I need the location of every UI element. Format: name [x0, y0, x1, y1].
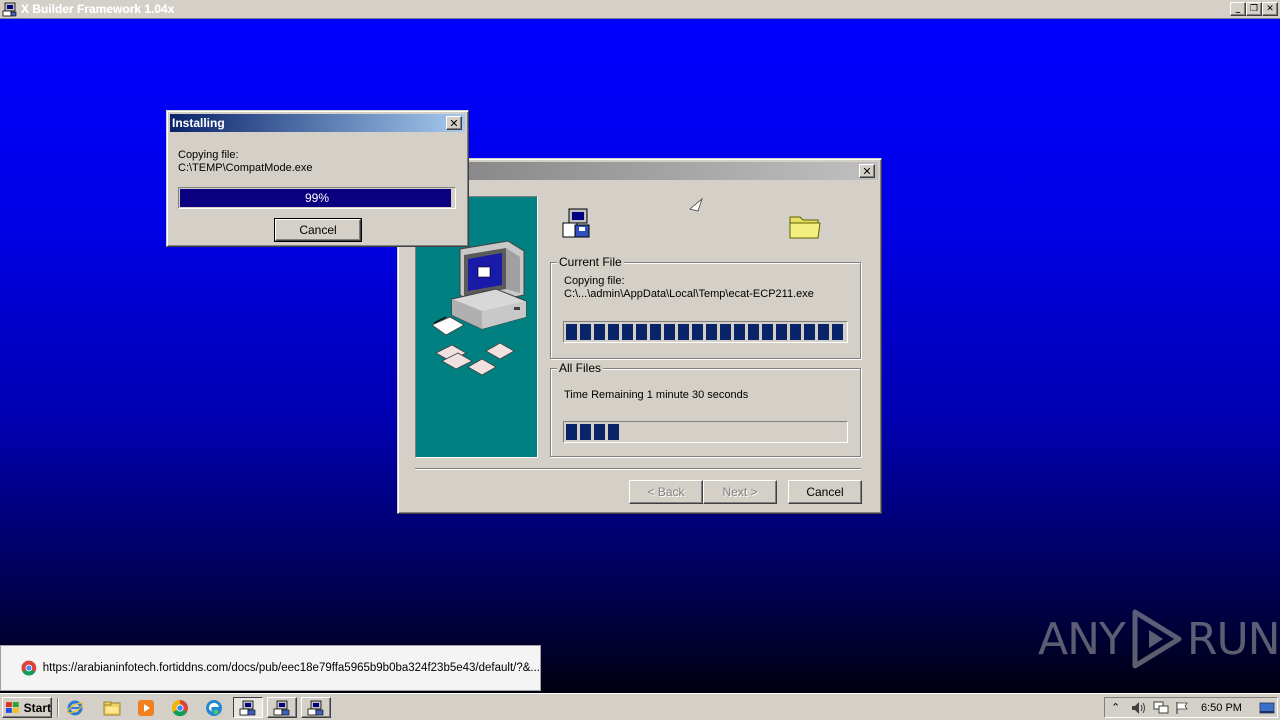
setup-wizard-titlebar: ✕: [401, 162, 878, 180]
close-icon: ✕: [862, 164, 872, 178]
current-file-legend: Current File: [557, 255, 624, 269]
installing-title: Installing: [172, 116, 225, 130]
all-files-progress-bar: [563, 421, 848, 443]
all-files-legend: All Files: [557, 361, 604, 375]
installing-file-path: C:\TEMP\CompatMode.exe: [178, 162, 313, 174]
close-icon: ✕: [449, 116, 459, 130]
installing-copy-label: Copying file:: [178, 149, 239, 161]
current-file-path: C:\...\admin\AppData\Local\Temp\ecat-ECP…: [564, 288, 814, 300]
minimize-icon: _: [1235, 3, 1241, 14]
taskbar-ie-button[interactable]: [60, 697, 90, 718]
taskbar-media-player-button[interactable]: [131, 697, 161, 718]
taskbar-explorer-button[interactable]: [97, 697, 127, 718]
close-button[interactable]: ✕: [1262, 2, 1278, 16]
back-button[interactable]: < Back: [629, 480, 703, 504]
taskbar: Start ⌃ 6:50 PM: [0, 693, 1280, 720]
setup-app-icon: [2, 2, 17, 17]
windows-flag-icon: [5, 701, 19, 713]
taskbar-setup-button-3[interactable]: [301, 697, 331, 718]
taskbar-setup-button-1[interactable]: [233, 697, 263, 718]
chrome-icon: [171, 699, 188, 716]
system-tray: ⌃ 6:50 PM: [1104, 697, 1278, 718]
taskbar-separator: [57, 698, 59, 717]
time-remaining-label: Time Remaining 1 minute 30 seconds: [564, 389, 749, 401]
media-player-icon: [138, 699, 154, 716]
current-file-progress-bar: [563, 321, 848, 343]
network-icon[interactable]: [1153, 701, 1169, 715]
watermark-text-any: ANY: [1038, 613, 1126, 665]
minimize-button[interactable]: _: [1230, 2, 1246, 16]
start-button[interactable]: Start: [2, 697, 52, 718]
taskbar-edge-button[interactable]: [199, 697, 229, 718]
internet-explorer-icon: [66, 700, 84, 715]
folder-icon: [789, 216, 821, 239]
restore-icon: ❐: [1249, 3, 1259, 14]
volume-icon[interactable]: [1131, 701, 1147, 715]
tray-expand-icon[interactable]: ⌃: [1111, 701, 1120, 714]
setup-cancel-button[interactable]: Cancel: [788, 480, 862, 504]
download-notification[interactable]: https://arabianinfotech.fortiddns.com/do…: [0, 645, 541, 691]
installing-progress-bar: 99%: [178, 187, 456, 209]
restore-button[interactable]: ❐: [1246, 2, 1262, 16]
installing-close-button[interactable]: ✕: [446, 116, 462, 130]
show-desktop-icon[interactable]: [1259, 701, 1275, 715]
play-logo-icon: [1132, 609, 1182, 669]
setup-close-button[interactable]: ✕: [859, 164, 875, 178]
taskbar-clock: 6:50 PM: [1201, 701, 1242, 714]
close-icon: ✕: [1266, 3, 1274, 14]
main-window-title: X Builder Framework 1.04x: [21, 2, 175, 16]
setup-separator: [415, 468, 861, 470]
action-center-flag-icon[interactable]: [1175, 701, 1189, 715]
taskbar-setup-button-2[interactable]: [267, 697, 297, 718]
setup-wizard-window: ✕ Current File Copying file: C:\...\admi…: [397, 158, 882, 514]
setup-app-icon: [239, 700, 256, 715]
file-copy-icon: [562, 208, 590, 238]
file-explorer-icon: [103, 701, 121, 715]
main-window-titlebar: X Builder Framework 1.04x _ ❐ ✕: [0, 0, 1280, 19]
edge-icon: [206, 699, 222, 716]
watermark-text-run: RUN: [1186, 613, 1280, 665]
current-file-progress-fill: [566, 324, 845, 340]
installing-dialog: Installing ✕ Copying file: C:\TEMP\Compa…: [166, 110, 469, 247]
installing-titlebar: Installing ✕: [170, 114, 465, 132]
installing-cancel-button[interactable]: Cancel: [274, 218, 362, 242]
taskbar-chrome-button[interactable]: [165, 697, 195, 718]
all-files-group: All Files Time Remaining 1 minute 30 sec…: [550, 361, 861, 457]
chrome-icon: [21, 660, 37, 676]
flying-paper-icon: [689, 197, 703, 212]
all-files-progress-fill: [566, 424, 622, 440]
setup-app-icon: [307, 700, 324, 715]
anyrun-watermark: ANY RUN: [1038, 608, 1280, 670]
installing-percent: 99%: [304, 191, 330, 205]
current-file-label: Copying file:: [564, 275, 625, 287]
current-file-group: Current File Copying file: C:\...\admin\…: [550, 255, 861, 359]
start-label: Start: [23, 700, 51, 715]
setup-app-icon: [273, 700, 290, 715]
notification-url: https://arabianinfotech.fortiddns.com/do…: [42, 662, 540, 674]
next-button[interactable]: Next >: [703, 480, 777, 504]
